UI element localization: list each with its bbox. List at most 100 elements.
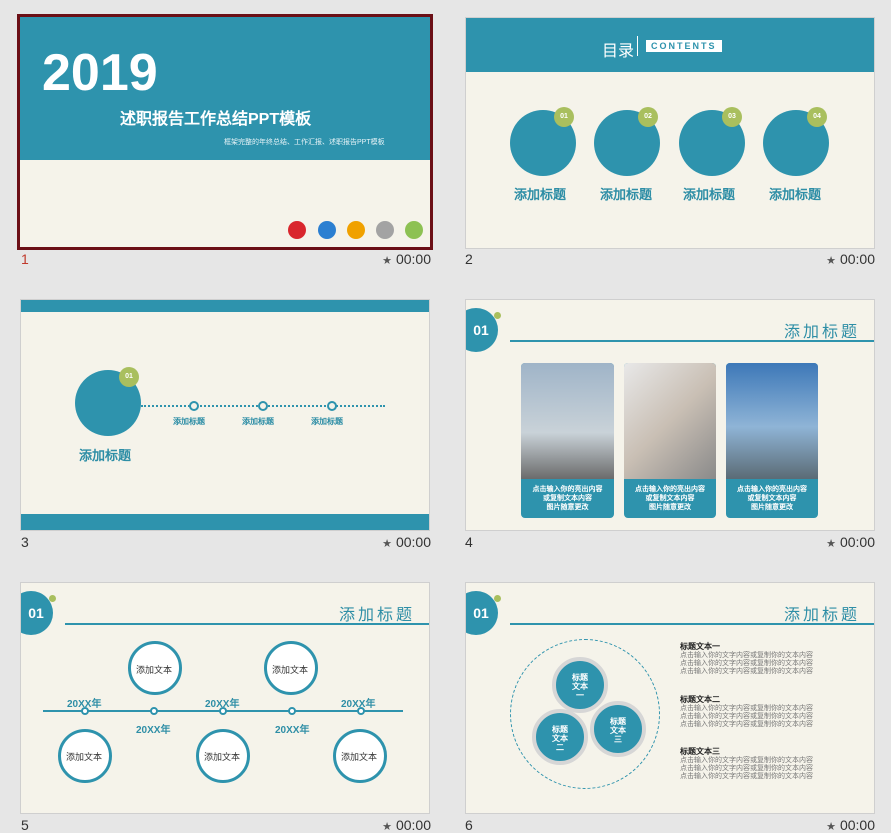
bubble-text: 添加文本 (272, 665, 309, 675)
text-line: 点击输入你的文字内容或复制你的文本内容 (680, 765, 813, 772)
item-label: 添加标题 (600, 187, 653, 202)
text-line: 点击输入你的文字内容或复制你的文本内容 (680, 652, 813, 659)
pie-chart-icon (318, 221, 336, 239)
slide-number: 6 (465, 817, 473, 833)
slide-thumbnail-3[interactable]: 01 添加标题 添加标题 添加标题 添加标题 (20, 299, 430, 531)
slide-number: 2 (465, 251, 473, 267)
timeline-node (288, 707, 296, 715)
bar-chart-icon (288, 221, 306, 239)
document-icon (376, 221, 394, 239)
text-line: 点击输入你的文字内容或复制你的文本内容 (680, 757, 813, 764)
slide-timing: ★ 00:00 (382, 534, 431, 550)
card: 点击输入你的亮出内容 或复制文本内容 图片随意更改 (624, 363, 716, 518)
card-line: 点击输入你的亮出内容 (532, 486, 603, 493)
timeline-node (258, 401, 268, 411)
star-icon: ★ (382, 538, 392, 550)
circle-text: 三 (614, 735, 622, 744)
slide-footer-3: 3 ★ 00:00 (21, 534, 431, 552)
slide-footer-6: 6 ★ 00:00 (465, 817, 875, 833)
text-heading: 标题文本一 (680, 642, 720, 651)
card: 点击输入你的亮出内容 或复制文本内容 图片随意更改 (521, 363, 614, 518)
card-line: 图片随意更改 (649, 504, 691, 511)
item-badge: 03 (722, 107, 742, 127)
item-label: 添加标题 (769, 187, 822, 202)
bottom-band (21, 514, 429, 530)
slide-footer-5: 5 ★ 00:00 (21, 817, 431, 833)
card-line: 或复制文本内容 (543, 495, 592, 502)
circle-text: 标题 (572, 673, 588, 682)
timeline-node (189, 401, 199, 411)
slide-timing: ★ 00:00 (382, 817, 431, 833)
card-photo-touchscreen (624, 363, 716, 479)
slide-timing: ★ 00:00 (382, 251, 431, 267)
circle-text: 标题 (610, 717, 626, 726)
item-badge: 01 (119, 367, 139, 387)
slide-footer-2: 2 ★ 00:00 (465, 251, 875, 269)
slide-number: 5 (21, 817, 29, 833)
top-band (21, 300, 429, 312)
card-line: 或复制文本内容 (645, 495, 695, 502)
card-line: 点击输入你的亮出内容 (635, 486, 705, 493)
slide-title: 述职报告工作总结PPT模板 (120, 111, 312, 128)
section-dot (494, 312, 501, 319)
text-block: 标题文本一 点击输入你的文字内容或复制你的文本内容 点击输入你的文字内容或复制你… (680, 643, 870, 676)
slide-thumbnail-1[interactable]: 2019 述职报告工作总结PPT模板 框架完整的年终总结、工作汇报、述职报告PP… (17, 14, 433, 250)
timeline-node (327, 401, 337, 411)
slide-subtitle: 框架完整的年终总结、工作汇报、述职报告PPT模板 (224, 139, 385, 146)
item-label: 添加标题 (79, 448, 132, 463)
star-icon: ★ (826, 255, 836, 267)
timeline-node (150, 707, 158, 715)
circle-text: 一 (576, 691, 584, 700)
year-label: 20XX年 (67, 699, 102, 710)
magnifier-icon (347, 221, 365, 239)
section-dot (494, 595, 501, 602)
text-block: 标题文本三 点击输入你的文字内容或复制你的文本内容 点击输入你的文字内容或复制你… (680, 748, 870, 781)
year-label: 20XX年 (205, 699, 240, 710)
slide-title: 添加标题 (783, 324, 860, 341)
year-label: 20XX年 (275, 725, 310, 736)
slide-number: 3 (21, 534, 29, 550)
slide-thumbnail-2[interactable]: 目录 CONTENTS 01 添加标题 02 添加标题 03 添加标题 04 添… (465, 17, 875, 249)
card-photo-jumping-man (521, 363, 614, 479)
item-badge: 02 (638, 107, 658, 127)
section-dot (49, 595, 56, 602)
star-icon: ★ (382, 255, 392, 267)
node-label: 添加标题 (242, 417, 274, 426)
text-block: 标题文本二 点击输入你的文字内容或复制你的文本内容 点击输入你的文字内容或复制你… (680, 696, 870, 729)
contents-label: CONTENTS (646, 40, 722, 52)
card-line: 图片随意更改 (751, 504, 793, 511)
circle-text: 文本 (610, 726, 626, 735)
text-line: 点击输入你的文字内容或复制你的文本内容 (680, 721, 813, 728)
bubble-text: 添加文本 (66, 752, 103, 762)
text-heading: 标题文本二 (680, 695, 720, 704)
slide-title: 添加标题 (783, 607, 860, 624)
slide-footer-1: 1 ★ 00:00 (21, 251, 431, 269)
slide-thumbnail-6[interactable]: 01 添加标题 标题 文本 一 标题 文本 二 标题 文本 三 标题文本一 点击… (465, 582, 875, 814)
slide-thumbnail-4[interactable]: 01 添加标题 点击输入你的亮出内容 或复制文本内容 图片随意更改 点击输入你的… (465, 299, 875, 531)
circle-text: 文本 (572, 682, 588, 691)
bubble-text: 添加文本 (136, 665, 173, 675)
slide-year: 2019 (42, 44, 158, 102)
card: 点击输入你的亮出内容 或复制文本内容 图片随意更改 (726, 363, 818, 518)
slide-number: 4 (465, 534, 473, 550)
node-label: 添加标题 (311, 417, 343, 426)
bubble-text: 添加文本 (204, 752, 241, 762)
item-badge: 04 (807, 107, 827, 127)
text-line: 点击输入你的文字内容或复制你的文本内容 (680, 705, 813, 712)
bubble-text: 添加文本 (341, 752, 378, 762)
node-label: 添加标题 (173, 417, 205, 426)
slide-thumbnail-5[interactable]: 01 添加标题 20XX年 20XX年 20XX年 20XX年 20XX年 添加… (20, 582, 430, 814)
star-icon: ★ (826, 538, 836, 550)
toc-title: 目录 (602, 43, 635, 60)
card-line: 图片随意更改 (546, 504, 589, 511)
calendar-icon (405, 221, 423, 239)
year-label: 20XX年 (341, 699, 376, 710)
card-line: 或复制文本内容 (747, 495, 797, 502)
slide-timing: ★ 00:00 (826, 817, 875, 833)
star-icon: ★ (826, 821, 836, 833)
circle-text: 文本 (552, 734, 568, 743)
toc-divider (637, 36, 638, 56)
text-line: 点击输入你的文字内容或复制你的文本内容 (680, 773, 813, 780)
star-icon: ★ (382, 821, 392, 833)
item-badge: 01 (554, 107, 574, 127)
